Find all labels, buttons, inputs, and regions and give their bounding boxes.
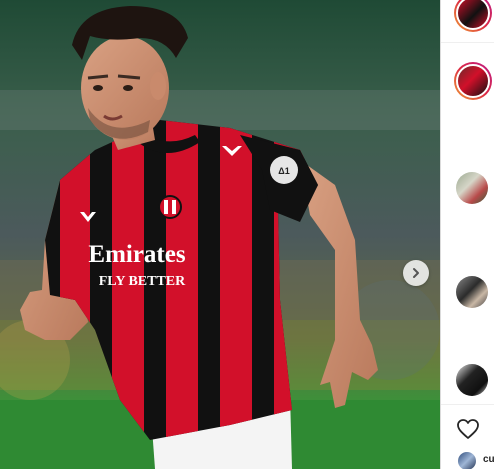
post-photo[interactable]: Δ1 Emirates FLY BETTER bbox=[0, 0, 440, 469]
instagram-post-view: Δ1 Emirates FLY BETTER cu bbox=[0, 0, 494, 469]
jersey-sponsor-line2: FLY BETTER bbox=[99, 274, 186, 289]
avatar[interactable] bbox=[456, 276, 488, 308]
divider bbox=[441, 404, 494, 405]
jersey-sponsor-line1: Emirates bbox=[88, 241, 185, 268]
svg-text:Δ1: Δ1 bbox=[278, 166, 289, 176]
divider bbox=[441, 42, 494, 43]
footer-username[interactable]: cu bbox=[483, 454, 494, 465]
next-image-button[interactable] bbox=[403, 260, 429, 286]
avatar[interactable] bbox=[454, 0, 492, 32]
avatar[interactable] bbox=[454, 62, 492, 100]
avatar[interactable] bbox=[458, 452, 476, 469]
chevron-right-icon bbox=[413, 268, 419, 278]
heart-icon[interactable] bbox=[456, 418, 480, 440]
right-sidebar bbox=[440, 0, 494, 469]
avatar[interactable] bbox=[456, 172, 488, 204]
avatar[interactable] bbox=[456, 364, 488, 396]
